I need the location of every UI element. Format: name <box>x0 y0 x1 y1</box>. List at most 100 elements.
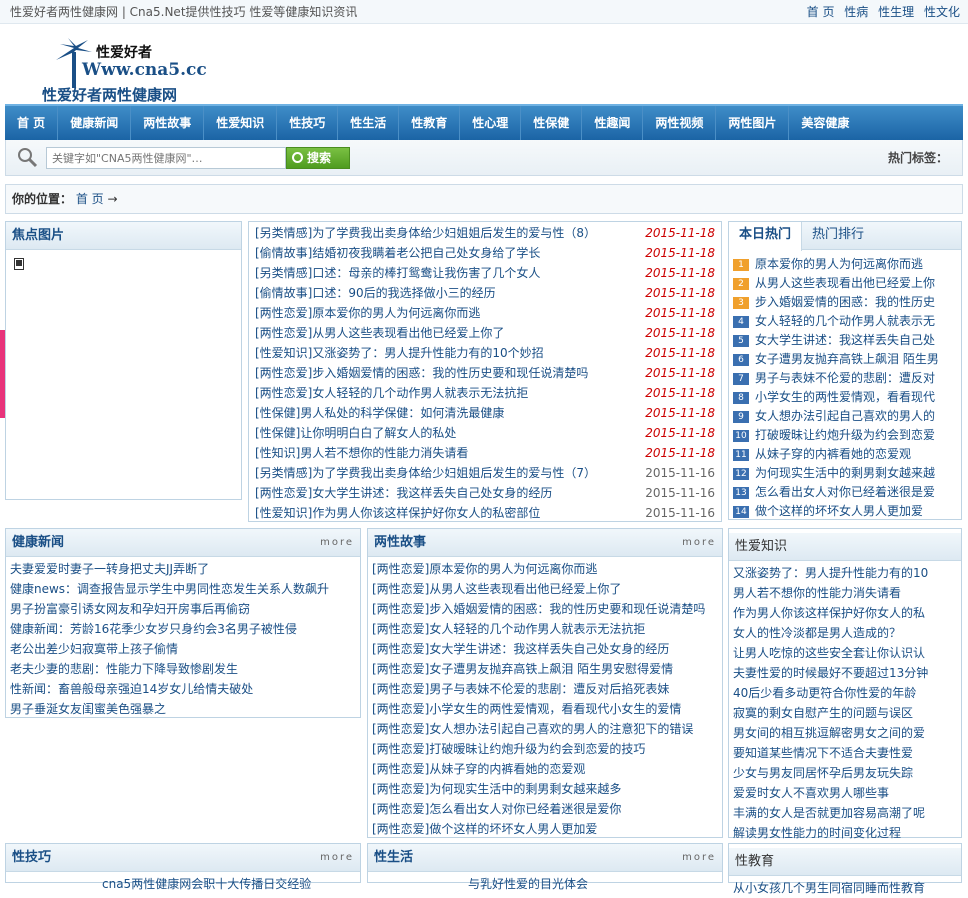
hot-item[interactable]: 14 做个这样的坏坏女人男人更加爱 <box>729 502 961 521</box>
health_news-item[interactable]: 男子垂涎女友闺蜜美色强暴之 <box>10 699 356 719</box>
hot-item-link[interactable]: 原本爱你的男人为何远离你而逃 <box>755 255 923 274</box>
knowledge-item[interactable]: 要知道某些情况下不适合夫妻性爱 <box>733 743 957 763</box>
skills-more[interactable]: more <box>320 844 354 872</box>
knowledge-item[interactable]: 寂寞的剩女自慰产生的问题与误区 <box>733 703 957 723</box>
stories-item[interactable]: [两性恋爱]步入婚姻爱情的困惑：我的性历史要和现任说清楚吗 <box>372 599 718 619</box>
hot-item[interactable]: 3 步入婚姻爱情的困惑：我的性历史 <box>729 293 961 312</box>
stories-item[interactable]: [两性恋爱]打破暧昧让约炮升级为约会到恋爱的技巧 <box>372 739 718 759</box>
health_news-item[interactable]: 夫妻爱爱时妻子一转身把丈夫JJ弄断了 <box>10 559 356 579</box>
hot-item-link[interactable]: 女大学生讲述：我这样丢失自己处 <box>755 331 935 350</box>
education-first-item[interactable]: 从小女孩几个男生同宿同睡而性教育 <box>733 878 957 898</box>
hot-item-link[interactable]: 打破暧昧让约炮升级为约会到恋爱 <box>755 426 935 445</box>
nav-care[interactable]: 性保健 <box>521 106 583 140</box>
stories-item[interactable]: [两性恋爱]女人轻轻的几个动作男人就表示无法抗拒 <box>372 619 718 639</box>
life-first-item[interactable]: 与乳好性爱的目光体会 <box>372 874 718 894</box>
health_news-item[interactable]: 老夫少妻的悲剧：性能力下降导致惨剧发生 <box>10 659 356 679</box>
hot-item[interactable]: 6 女子遭男友抛弃高铁上飙泪 陌生男 <box>729 350 961 369</box>
health-news-more[interactable]: more <box>320 529 354 557</box>
health_news-item[interactable]: 男子扮富豪引诱女网友和孕妇开房事后再偷窃 <box>10 599 356 619</box>
hot-item-link[interactable]: 为何现实生活中的剩男剩女越来越 <box>755 464 935 483</box>
site-logo[interactable]: 性爱好者 Www.cna5.cc 性爱好者两性健康网 <box>24 34 214 104</box>
search-button[interactable]: 搜索 <box>286 147 350 169</box>
hot-item-link[interactable]: 步入婚姻爱情的困惑：我的性历史 <box>755 293 935 312</box>
article-title-link[interactable]: [两性恋爱]步入婚姻爱情的困惑：我的性历史要和现任说清楚吗 <box>255 363 588 383</box>
hot-item[interactable]: 12 为何现实生活中的剩男剩女越来越 <box>729 464 961 483</box>
hot-item[interactable]: 13 怎么看出女人对你已经着迷很是爱 <box>729 483 961 502</box>
tab-hot-ranking[interactable]: 热门排行 <box>802 222 874 249</box>
knowledge-item[interactable]: 男女间的相互挑逗解密男女之间的爱 <box>733 723 957 743</box>
nav-home[interactable]: 首 页 <box>5 106 59 140</box>
article-title-link[interactable]: [另类情感]为了学费我出卖身体给少妇姐姐后发生的爱与性（8） <box>255 223 596 243</box>
breadcrumb-home[interactable]: 首 页 <box>76 192 104 206</box>
stories-item[interactable]: [两性恋爱]从妹子穿的内裤看她的恋爱观 <box>372 759 718 779</box>
stories-item[interactable]: [两性恋爱]女大学生讲述：我这样丢失自己处女身的经历 <box>372 639 718 659</box>
stories-item[interactable]: [两性恋爱]女子遭男友抛弃高铁上飙泪 陌生男安慰得爱情 <box>372 659 718 679</box>
stories-item[interactable]: [两性恋爱]做个这样的坏坏女人男人更加爱 <box>372 819 718 839</box>
knowledge-item[interactable]: 爱爱时女人不喜欢男人哪些事 <box>733 783 957 803</box>
skills-first-item[interactable]: cna5两性健康网会职十大传播日交经验 <box>10 874 356 894</box>
hot-item-link[interactable]: 怎么看出女人对你已经着迷很是爱 <box>755 483 935 502</box>
hot-item[interactable]: 10 打破暧昧让约炮升级为约会到恋爱 <box>729 426 961 445</box>
knowledge-item[interactable]: 解读男女性能力的时间变化过程 <box>733 823 957 843</box>
stories-more[interactable]: more <box>682 529 716 557</box>
health_news-item[interactable]: 健康新闻：芳龄16花季少女岁只身约会3名男子被性侵 <box>10 619 356 639</box>
health_news-item[interactable]: 健康news：调查报告显示学生中男同性恋发生关系人数飙升 <box>10 579 356 599</box>
knowledge-item[interactable]: 夫妻性爱的时候最好不要超过13分钟 <box>733 663 957 683</box>
article-title-link[interactable]: [偷情故事]口述：90后的我选择做小三的经历 <box>255 283 496 303</box>
stories-item[interactable]: [两性恋爱]小学女生的两性爱情观，看看现代小女生的爱情 <box>372 699 718 719</box>
article-title-link[interactable]: [两性恋爱]女大学生讲述：我这样丢失自己处女身的经历 <box>255 483 552 503</box>
nav-life[interactable]: 性生活 <box>338 106 400 140</box>
article-title-link[interactable]: [另类情感]为了学费我出卖身体给少妇姐姐后发生的爱与性（7） <box>255 463 596 483</box>
hot-item-link[interactable]: 做个这样的坏坏女人男人更加爱 <box>755 502 923 521</box>
article-title-link[interactable]: [两性恋爱]女人轻轻的几个动作男人就表示无法抗拒 <box>255 383 528 403</box>
hot-item-link[interactable]: 小学女生的两性爱情观，看看现代 <box>755 388 935 407</box>
knowledge-item[interactable]: 40后少看多动更符合你性爱的年龄 <box>733 683 957 703</box>
hot-item[interactable]: 9 女人想办法引起自己喜欢的男人的 <box>729 407 961 426</box>
nav-knowledge[interactable]: 性爱知识 <box>204 106 278 140</box>
top-link-physiology[interactable]: 性生理 <box>878 5 914 19</box>
health_news-item[interactable]: 老公出差少妇寂寞带上孩子偷情 <box>10 639 356 659</box>
stories-item[interactable]: [两性恋爱]男子与表妹不伦爱的悲剧：遭反对后掐死表妹 <box>372 679 718 699</box>
stories-item[interactable]: [两性恋爱]女人想办法引起自己喜欢的男人的注意犯下的错误 <box>372 719 718 739</box>
nav-pictures[interactable]: 两性图片 <box>716 106 790 140</box>
stories-item[interactable]: [两性恋爱]原本爱你的男人为何远离你而逃 <box>372 559 718 579</box>
hot-item[interactable]: 7 男子与表妹不伦爱的悲剧：遭反对 <box>729 369 961 388</box>
knowledge-item[interactable]: 让男人吃惊的这些安全套让你认识认 <box>733 643 957 663</box>
knowledge-item[interactable]: 女人的性冷淡都是男人造成的？ <box>733 623 957 643</box>
hot-item-link[interactable]: 女人轻轻的几个动作男人就表示无 <box>755 312 935 331</box>
hot-item[interactable]: 2 从男人这些表现看出他已经爱上你 <box>729 274 961 293</box>
nav-beauty[interactable]: 美容健康 <box>789 106 861 140</box>
article-title-link[interactable]: [性保健]男人私处的科学保健：如何清洗最健康 <box>255 403 504 423</box>
nav-psychology[interactable]: 性心理 <box>460 106 522 140</box>
knowledge-item[interactable]: 少女与男友同居怀孕后男友玩失踪 <box>733 763 957 783</box>
hot-item[interactable]: 8 小学女生的两性爱情观，看看现代 <box>729 388 961 407</box>
knowledge-item[interactable]: 男人若不想你的性能力消失请看 <box>733 583 957 603</box>
nav-health-news[interactable]: 健康新闻 <box>58 106 132 140</box>
nav-education[interactable]: 性教育 <box>399 106 461 140</box>
article-title-link[interactable]: [两性恋爱]原本爱你的男人为何远离你而逃 <box>255 303 480 323</box>
tab-today-hot[interactable]: 本日热门 <box>729 222 803 251</box>
nav-videos[interactable]: 两性视频 <box>643 106 717 140</box>
nav-skills[interactable]: 性技巧 <box>277 106 339 140</box>
article-title-link[interactable]: [两性恋爱]从男人这些表现看出他已经爱上你了 <box>255 323 504 343</box>
stories-item[interactable]: [两性恋爱]怎么看出女人对你已经着迷很是爱你 <box>372 799 718 819</box>
life-more[interactable]: more <box>682 844 716 872</box>
article-title-link[interactable]: [性爱知识]作为男人你该这样保护好你女人的私密部位 <box>255 503 540 523</box>
hot-item[interactable]: 5 女大学生讲述：我这样丢失自己处 <box>729 331 961 350</box>
article-title-link[interactable]: [性知识]男人若不想你的性能力消失请看 <box>255 443 468 463</box>
hot-item-link[interactable]: 男子与表妹不伦爱的悲剧：遭反对 <box>755 369 935 388</box>
top-link-culture[interactable]: 性文化 <box>924 5 960 19</box>
stories-item[interactable]: [两性恋爱]从男人这些表现看出他已经爱上你了 <box>372 579 718 599</box>
hot-item-link[interactable]: 从妹子穿的内裤看她的恋爱观 <box>755 445 911 464</box>
article-title-link[interactable]: [偷情故事]结婚初夜我瞒着老公把自己处女身给了学长 <box>255 243 540 263</box>
knowledge-item[interactable]: 又涨姿势了：男人提升性能力有的10 <box>733 563 957 583</box>
nav-stories[interactable]: 两性故事 <box>131 106 205 140</box>
article-title-link[interactable]: [性保健]让你明明白白了解女人的私处 <box>255 423 456 443</box>
article-title-link[interactable]: [性爱知识]又涨姿势了：男人提升性能力有的10个妙招 <box>255 343 544 363</box>
hot-item[interactable]: 4 女人轻轻的几个动作男人就表示无 <box>729 312 961 331</box>
search-input[interactable] <box>46 147 286 169</box>
top-link-home[interactable]: 首 页 <box>807 5 835 19</box>
health_news-item[interactable]: 性新闻：畜兽般母亲强迫14岁女儿给情夫破处 <box>10 679 356 699</box>
hot-item-link[interactable]: 女人想办法引起自己喜欢的男人的 <box>755 407 935 426</box>
hot-item-link[interactable]: 女子遭男友抛弃高铁上飙泪 陌生男 <box>755 350 939 369</box>
